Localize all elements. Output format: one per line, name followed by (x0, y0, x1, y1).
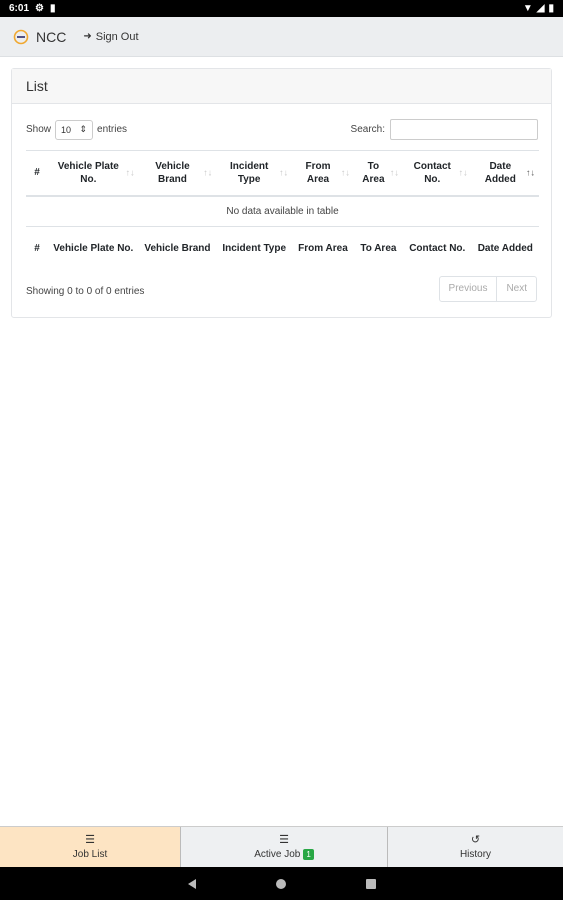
table-info: Showing 0 to 0 of 0 entries (26, 286, 145, 297)
col-header-contact[interactable]: Contact No. ↑↓ (402, 150, 472, 197)
clock: 6:01 (9, 3, 30, 14)
search-input[interactable] (390, 119, 538, 140)
footer-col-contact: Contact No. (409, 243, 466, 255)
footer-col-incident: Incident Type (222, 243, 287, 255)
next-button[interactable]: Next (497, 277, 536, 301)
empty-message: No data available in table (26, 195, 539, 227)
sort-icon: ↑↓ (340, 167, 350, 178)
col-header-date[interactable]: Date Added ↑↓ (471, 150, 539, 197)
entries-value: 10 (61, 124, 72, 135)
col-header-number[interactable]: # (26, 150, 48, 197)
list-card: List Show 10 ⇕ entries Search: # Vehicle… (11, 68, 552, 318)
back-icon[interactable] (187, 878, 196, 889)
show-label: Show (26, 124, 52, 135)
wifi-icon: ▼ (522, 3, 533, 14)
tab-job-list[interactable]: ☰ Job List (0, 827, 181, 867)
home-icon[interactable] (275, 878, 286, 889)
pagination: Previous Next (438, 276, 537, 302)
table-row: No data available in table (26, 195, 539, 227)
sd-card-icon: ▮ (49, 3, 56, 14)
footer-col-from-area: From Area (298, 243, 348, 255)
footer-col-number: # (34, 243, 40, 255)
battery-icon: ▮ (548, 3, 554, 14)
col-header-incident[interactable]: Incident Type ↑↓ (216, 150, 293, 197)
entries-label: entries (97, 124, 128, 135)
sort-icon: ↑↓ (203, 167, 213, 178)
col-header-from-area[interactable]: From Area ↑↓ (292, 150, 354, 197)
sign-out-icon: ➜ (83, 31, 92, 42)
system-nav-bar (0, 867, 563, 900)
footer-col-brand: Vehicle Brand (144, 243, 211, 255)
sign-out-label: Sign Out (95, 30, 139, 43)
footer-col-plate: Vehicle Plate No. (53, 243, 134, 255)
col-header-to-area[interactable]: To Area ↑↓ (353, 150, 403, 197)
entries-select[interactable]: 10 ⇕ (55, 119, 94, 140)
list-icon: ☰ (279, 833, 289, 846)
table-controls: Show 10 ⇕ entries Search: (26, 119, 538, 140)
sort-icon: ↑↓ (125, 167, 135, 178)
tab-history-label: History (459, 848, 492, 860)
signal-icon: ◢ (536, 3, 545, 14)
previous-button[interactable]: Previous (440, 277, 498, 301)
sort-desc-icon: ↑↓ (526, 167, 535, 178)
search-group: Search: (351, 119, 538, 140)
tab-active-job-label-wrap: Active Job 1 (254, 848, 314, 860)
card-title: List (12, 69, 551, 104)
search-label: Search: (350, 124, 385, 135)
sort-icon: ↑↓ (279, 167, 289, 178)
tab-active-job-label: Active Job (254, 848, 301, 860)
brand-link[interactable]: NCC (13, 29, 66, 45)
tab-history[interactable]: ↺ History (388, 827, 563, 867)
sort-icon: ↑↓ (389, 167, 399, 178)
active-job-badge: 1 (303, 848, 314, 860)
top-navbar: NCC ➜ Sign Out (0, 17, 563, 57)
footer-col-date: Date Added (477, 243, 533, 255)
recents-icon[interactable] (365, 878, 376, 889)
history-icon: ↺ (470, 833, 481, 846)
tab-job-list-label: Job List (72, 848, 108, 860)
vehicle-table: # Vehicle Plate No. ↑↓ Vehicle Brand ↑↓ In… (26, 150, 539, 271)
chevron-updown-icon: ⇕ (79, 124, 88, 134)
footer-col-to-area: To Area (360, 243, 397, 255)
tab-active-job[interactable]: ☰ Active Job 1 (181, 827, 388, 867)
sign-out-link[interactable]: ➜ Sign Out (83, 31, 138, 43)
list-icon: ☰ (85, 833, 95, 846)
col-header-plate[interactable]: Vehicle Plate No. ↑↓ (48, 150, 139, 197)
bottom-nav: ☰ Job List ☰ Active Job 1 ↺ History (0, 826, 563, 867)
logo-icon (13, 29, 29, 44)
brand-name: NCC (36, 28, 67, 45)
col-header-brand[interactable]: Vehicle Brand ↑↓ (138, 150, 217, 197)
sort-icon: ↑↓ (458, 167, 468, 178)
gear-icon: ⚙ (35, 3, 44, 14)
status-bar: 6:01 ⚙ ▮ ▼ ◢ ▮ (0, 0, 563, 17)
